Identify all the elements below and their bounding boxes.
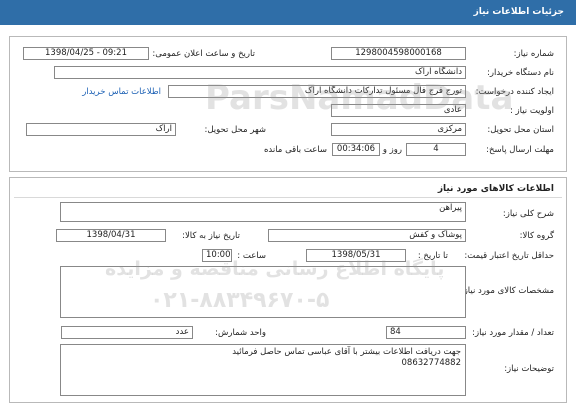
watermark-slogan: پایگاه اطلاع رسانی مناقصه و مزایده (105, 258, 445, 280)
group-field[interactable]: پوشاک و کفش (268, 229, 466, 242)
page-header: جزئیات اطلاعات نیاز (0, 0, 576, 25)
unit-label: واحد شمارش: (215, 328, 266, 338)
desc-line-2: 08632774882 (401, 358, 462, 368)
province-label: استان محل تحویل: (487, 125, 554, 135)
section-divider (14, 197, 562, 198)
validity-label: حداقل تاریخ اعتبار قیمت: (464, 251, 554, 261)
province-field[interactable]: مرکزی (331, 123, 466, 136)
qty-field[interactable]: 84 (386, 326, 466, 339)
desc-line-1: جهت دریافت اطلاعات بیشتر با آقای عباسی ت… (232, 347, 461, 357)
city-label: شهر محل تحویل: (204, 125, 266, 135)
need-number-label: شماره نیاز: (513, 49, 554, 59)
deadline-time-field[interactable]: 00:34:06 (332, 143, 380, 156)
watermark-phone: ۰۲۱-۸۸۳۴۹۶۷۰-۵ (150, 288, 330, 313)
buyer-contact-link[interactable]: اطلاعات تماس خریدار (82, 87, 161, 97)
summary-field[interactable]: پیراهن (60, 202, 466, 222)
announce-field[interactable]: 1398/04/25 - 09:21 (23, 47, 149, 60)
deadline-label: مهلت ارسال پاسخ: (486, 145, 554, 155)
need-date-label: تاریخ نیاز به کالا: (182, 231, 240, 241)
announce-label: تاریخ و ساعت اعلان عمومی: (152, 49, 255, 59)
qty-label: تعداد / مقدار مورد نیاز: (472, 328, 554, 338)
priority-label: اولویت نیاز : (509, 106, 554, 116)
group-label: گروه کالا: (519, 231, 554, 241)
watermark-logo-text: ParsNamadData (205, 78, 514, 118)
buyer-label: نام دستگاه خریدار: (487, 68, 554, 78)
city-field[interactable]: اراک (26, 123, 176, 136)
unit-field[interactable]: عدد (61, 326, 193, 339)
page-title: جزئیات اطلاعات نیاز (473, 7, 564, 17)
desc-label: توضیحات نیاز: (504, 364, 554, 374)
days-word: روز و (382, 145, 402, 155)
summary-label: شرح کلی نیاز: (502, 209, 554, 219)
deadline-days-field[interactable]: 4 (406, 143, 466, 156)
desc-field[interactable]: جهت دریافت اطلاعات بیشتر با آقای عباسی ت… (60, 344, 466, 396)
remaining-word: ساعت باقی مانده (263, 145, 327, 155)
need-date-field[interactable]: 1398/04/31 (56, 229, 166, 242)
specs-label: مشخصات کالای مورد نیاز: (460, 286, 554, 296)
goods-section-title: اطلاعات کالاهای مورد نیاز (437, 184, 554, 194)
need-number-field[interactable]: 1298004598000168 (331, 47, 466, 60)
